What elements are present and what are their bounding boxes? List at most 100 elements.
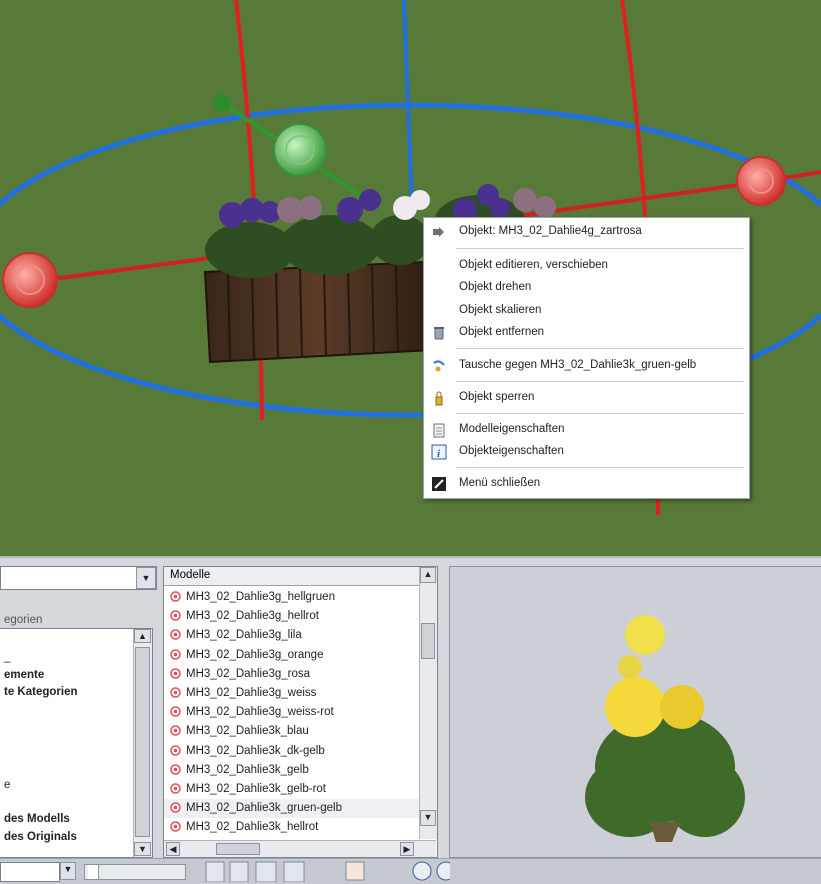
model-list-item[interactable]: MH3_02_Dahlie3g_weiss-rot: [164, 703, 419, 722]
category-dropdown[interactable]: ▼: [0, 566, 157, 590]
model-list-item-label: MH3_02_Dahlie3g_hellrot: [186, 610, 319, 623]
model-list-header-label: Modelle: [170, 569, 211, 581]
menu-item-lock[interactable]: Objekt sperren: [424, 388, 749, 408]
flower-icon: [170, 725, 181, 737]
model-list-item-label: MH3_02_Dahlie3g_rosa: [186, 667, 311, 680]
flower-icon: [170, 591, 181, 602]
menu-item-object-properties[interactable]: i Objekteigenschaften: [424, 442, 749, 462]
menu-item-rotate[interactable]: Objekt drehen: [424, 278, 749, 298]
category-tree[interactable]: _ emente te Kategorien e des Modells des…: [0, 628, 153, 858]
flower-icon: [170, 821, 181, 833]
model-list-item-label: MH3_02_Dahlie3k_gelb: [186, 763, 309, 776]
scroll-down-button[interactable]: ▼: [420, 810, 436, 826]
model-list-item-label: MH3_02_Dahlie3k_blau: [186, 725, 309, 738]
scroll-right-button[interactable]: ▶: [400, 842, 414, 856]
tree-item[interactable]: _: [4, 651, 10, 663]
flower-icon: [170, 687, 181, 698]
menu-item-close[interactable]: Menü schließen: [424, 474, 749, 494]
scroll-up-button[interactable]: ▲: [134, 629, 151, 643]
model-list-item[interactable]: MH3_02_Dahlie3k_gelb-rot: [164, 780, 419, 799]
swap-icon: [431, 358, 447, 374]
model-list-vscrollbar[interactable]: ▲ ▼: [419, 567, 437, 839]
menu-item-swap[interactable]: Tausche gegen MH3_02_Dahlie3k_gruen-gelb: [424, 356, 749, 376]
menu-separator: [456, 413, 744, 414]
tree-item[interactable]: e: [4, 779, 10, 791]
model-list-item[interactable]: MH3_02_Dahlie3k_blau: [164, 722, 419, 741]
model-list-item[interactable]: MH3_02_Dahlie3g_orange: [164, 646, 419, 665]
scroll-thumb[interactable]: [216, 843, 260, 855]
preview-yellow-blooms: [605, 615, 704, 737]
dropdown-arrow-icon[interactable]: ▼: [136, 567, 156, 589]
scroll-left-button[interactable]: ◀: [166, 842, 180, 856]
toolbar-input[interactable]: [0, 862, 60, 882]
model-list[interactable]: Modelle MH3_02_Dahlie3g_hellgruen MH3_02_…: [163, 566, 438, 858]
model-list-item-label: MH3_02_Dahlie3g_orange: [186, 648, 324, 661]
document-icon: [431, 422, 447, 438]
model-list-item[interactable]: MH3_02_Dahlie3k_gruen-gelb: [164, 799, 419, 819]
flower-icon: [170, 668, 181, 679]
menu-item-scale[interactable]: Objekt skalieren: [424, 301, 749, 321]
model-list-items: MH3_02_Dahlie3g_hellgruen MH3_02_Dahlie3g…: [164, 588, 419, 838]
model-list-item[interactable]: MH3_02_Dahlie3g_weiss: [164, 684, 419, 703]
model-list-header: Modelle: [164, 567, 419, 586]
tree-item[interactable]: te Kategorien: [4, 686, 78, 698]
dahlia-preview-image: [585, 615, 745, 842]
model-list-item[interactable]: MH3_02_Dahlie3k_gelb: [164, 761, 419, 780]
model-list-item-label: MH3_02_Dahlie3g_weiss-rot: [186, 706, 334, 719]
tree-item[interactable]: emente: [4, 669, 44, 681]
close-icon: [431, 476, 447, 492]
menu-item-edit-move[interactable]: Objekt editieren, verschieben: [424, 256, 749, 276]
model-list-item-label: MH3_02_Dahlie3k_dk-gelb: [186, 744, 325, 757]
model-list-hscrollbar[interactable]: ◀ ▶: [164, 840, 436, 857]
model-list-item[interactable]: MH3_02_Dahlie3k_hellrot: [164, 818, 419, 837]
slider-handle[interactable]: [88, 865, 99, 879]
model-preview: [449, 566, 821, 858]
scroll-down-button[interactable]: ▼: [134, 842, 151, 856]
red-handle-right: [736, 156, 786, 206]
model-list-item[interactable]: MH3_02_Dahlie3k_dk-gelb: [164, 742, 419, 761]
scroll-up-button[interactable]: ▲: [420, 567, 436, 583]
tree-scrollbar[interactable]: ▲ ▼: [133, 629, 152, 857]
bottom-toolbar: ▼: [0, 858, 821, 884]
preview-stem-base: [650, 822, 680, 842]
menu-item-remove[interactable]: Objekt entfernen: [424, 323, 749, 343]
menu-item-model-properties[interactable]: Modelleigenschaften: [424, 420, 749, 440]
flower-icon: [170, 629, 181, 641]
model-list-item-label: MH3_02_Dahlie3k_gruen-gelb: [186, 802, 342, 815]
flower-icon: [170, 610, 181, 621]
scroll-thumb[interactable]: [421, 623, 435, 659]
green-axis-end: [213, 94, 231, 112]
zoom-out-icon: [436, 861, 450, 881]
toolbar-slider[interactable]: [84, 864, 186, 880]
menu-separator: [456, 348, 744, 349]
model-list-item-label: MH3_02_Dahlie3g_lila: [186, 629, 302, 642]
model-list-item[interactable]: MH3_02_Dahlie3g_hellgruen: [164, 588, 419, 607]
preview-foliage: [585, 712, 745, 837]
toolbar-image-button: [345, 861, 365, 881]
scroll-thumb[interactable]: [135, 647, 150, 837]
arrow-icon: [431, 224, 447, 240]
3d-viewport[interactable]: Objekt: MH3_02_Dahlie4g_zartrosa Objekt …: [0, 0, 821, 556]
categories-label: egorien: [4, 614, 43, 626]
toolbar-buttons: [205, 861, 450, 882]
flower-icon: [170, 764, 181, 775]
model-list-item[interactable]: MH3_02_Dahlie3g_hellrot: [164, 607, 419, 626]
model-list-item-label: MH3_02_Dahlie3k_hellrot: [186, 821, 319, 834]
menu-separator: [456, 248, 744, 249]
model-list-item[interactable]: MH3_02_Dahlie3g_rosa: [164, 665, 419, 684]
menu-item-object-title: Objekt: MH3_02_Dahlie4g_zartrosa: [424, 222, 749, 242]
tree-item[interactable]: des Originals: [4, 831, 77, 843]
model-list-item-label: MH3_02_Dahlie3k_gelb-rot: [186, 783, 326, 795]
red-handle-left: [2, 252, 58, 308]
green-handle: [273, 123, 327, 177]
model-list-item[interactable]: MH3_02_Dahlie3g_lila: [164, 626, 419, 645]
lock-icon: [431, 390, 447, 406]
flower-icon: [170, 802, 181, 813]
flower-icon: [170, 744, 181, 756]
menu-separator: [456, 381, 744, 382]
tree-item[interactable]: des Modells: [4, 813, 70, 825]
dropdown-arrow-icon[interactable]: ▼: [60, 862, 76, 880]
flower-icon: [170, 706, 181, 717]
menu-separator: [456, 467, 744, 468]
trash-icon: [431, 325, 447, 341]
